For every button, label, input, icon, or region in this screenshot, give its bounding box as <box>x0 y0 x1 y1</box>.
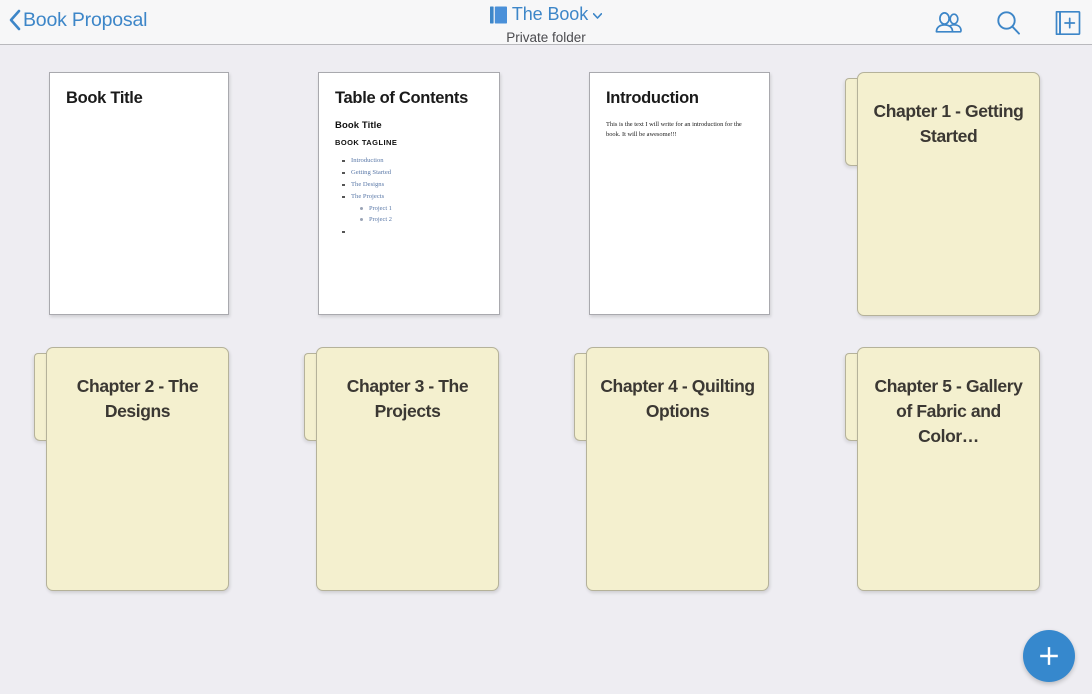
chevron-down-icon <box>593 13 603 19</box>
back-button[interactable]: Book Proposal <box>8 9 147 31</box>
toc-item[interactable]: The Designs <box>342 179 485 191</box>
folder-card-chapter-4[interactable]: Chapter 4 - Quilting Options <box>574 347 769 591</box>
plus-icon <box>1040 647 1058 665</box>
document-card-book-title[interactable]: Book Title <box>49 72 229 315</box>
folder-body: Chapter 1 - Getting Started <box>857 72 1040 316</box>
document-title: Table of Contents <box>335 89 469 107</box>
folder-body: Chapter 4 - Quilting Options <box>586 347 769 591</box>
new-document-icon[interactable] <box>1052 7 1084 39</box>
folder-card-chapter-5[interactable]: Chapter 5 - Gallery of Fabric and Color… <box>845 347 1040 591</box>
add-button[interactable] <box>1023 630 1075 682</box>
folder-card-chapter-2[interactable]: Chapter 2 - The Designs <box>34 347 229 591</box>
top-navigation-bar: Book Proposal The Book Private folder <box>0 0 1092 45</box>
folder-body: Chapter 3 - The Projects <box>316 347 499 591</box>
document-preview: Introduction This is the text I will wri… <box>590 73 769 139</box>
document-body-text: This is the text I will write for an int… <box>606 120 742 138</box>
document-card-introduction[interactable]: Introduction This is the text I will wri… <box>589 72 770 315</box>
folder-body: Chapter 5 - Gallery of Fabric and Color… <box>857 347 1040 591</box>
toc-item-label: The Designs <box>351 180 385 188</box>
folder-card-chapter-1[interactable]: Chapter 1 - Getting Started <box>845 72 1040 316</box>
document-preview: Table of Contents Book Title BOOK TAGLIN… <box>319 73 499 238</box>
toc-subitem-label: Project 2 <box>369 216 392 224</box>
book-icon <box>489 6 507 23</box>
header-actions <box>932 0 1084 45</box>
document-title: Introduction <box>606 89 699 107</box>
folder-title-block: The Book Private folder <box>0 4 1092 45</box>
folder-contents-canvas: Book Title Table of Contents Book Title … <box>0 45 1092 694</box>
document-card-table-of-contents[interactable]: Table of Contents Book Title BOOK TAGLIN… <box>318 72 500 315</box>
toc-item[interactable]: Introduction <box>342 155 485 167</box>
search-icon[interactable] <box>992 7 1024 39</box>
folder-subtitle: Private folder <box>506 29 586 45</box>
folder-title-dropdown[interactable]: The Book <box>489 4 603 25</box>
toc-item[interactable]: Getting Started <box>342 167 485 179</box>
folder-card-chapter-3[interactable]: Chapter 3 - The Projects <box>304 347 499 591</box>
toc-subitem[interactable]: Project 2 <box>360 214 485 226</box>
folder-label: Chapter 3 - The Projects <box>346 376 469 421</box>
chevron-left-icon <box>9 9 21 31</box>
toc-item-label: Getting Started <box>351 168 392 176</box>
folder-label: Chapter 5 - Gallery of Fabric and Color… <box>874 376 1023 446</box>
document-tagline: BOOK TAGLINE <box>335 137 398 147</box>
toc-item-label: Introduction <box>351 156 384 164</box>
collaborators-icon[interactable] <box>932 7 964 39</box>
folder-title: The Book <box>511 4 589 24</box>
toc-sublist: Project 1 Project 2 <box>351 203 485 226</box>
folder-label: Chapter 1 - Getting Started <box>873 101 1024 146</box>
toc-subitem[interactable]: Project 1 <box>360 203 485 215</box>
folder-body: Chapter 2 - The Designs <box>46 347 229 591</box>
document-title: Book Title <box>66 89 143 107</box>
table-of-contents-list: Introduction Getting Started The Designs… <box>335 155 485 238</box>
document-heading: Book Title <box>335 119 382 131</box>
back-button-label: Book Proposal <box>23 9 148 31</box>
document-preview: Book Title <box>50 73 228 108</box>
toc-item-empty[interactable] <box>342 226 485 238</box>
toc-item[interactable]: The Projects Project 1 Project 2 <box>342 191 485 226</box>
toc-item-label: The Projects <box>351 192 385 200</box>
folder-label: Chapter 2 - The Designs <box>76 376 199 421</box>
toc-subitem-label: Project 1 <box>369 204 392 212</box>
folder-label: Chapter 4 - Quilting Options <box>600 376 755 421</box>
